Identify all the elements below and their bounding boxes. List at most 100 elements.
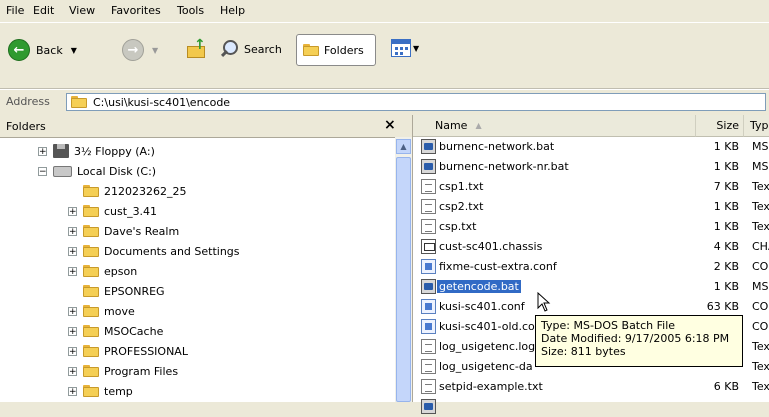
tree-item-folder[interactable]: + temp: [68, 381, 133, 401]
column-header-size[interactable]: Size: [695, 115, 743, 137]
tree-item-label: EPSONREG: [104, 284, 165, 298]
file-size: 1 KB: [713, 200, 739, 213]
text-file-icon: [421, 379, 436, 394]
file-size: 6 KB: [713, 380, 739, 393]
menu-view[interactable]: View: [69, 4, 95, 17]
file-size: 1 KB: [713, 280, 739, 293]
tree-item-folder[interactable]: EPSONREG: [68, 281, 165, 301]
file-name: csp.txt: [439, 220, 477, 233]
back-button[interactable]: ← Back ▼: [8, 39, 77, 61]
file-row[interactable]: burnenc-network.bat 1 KB MS-: [413, 137, 769, 157]
tree-item-folder[interactable]: + MSOCache: [68, 321, 163, 341]
back-dropdown-icon[interactable]: ▼: [71, 46, 77, 55]
folders-scrollbar[interactable]: ▲: [395, 137, 412, 402]
tree-item-label: temp: [104, 384, 133, 398]
folder-icon: [83, 365, 99, 377]
column-size-label: Size: [716, 119, 739, 132]
forward-button[interactable]: → ▼: [122, 39, 158, 61]
back-arrow-icon: ←: [8, 39, 30, 61]
tree-item-folder[interactable]: + Dave's Realm: [68, 221, 179, 241]
file-name: kusi-sc401-old.co: [439, 320, 535, 333]
file-row-selected[interactable]: getencode.bat 1 KB MS-: [413, 277, 769, 297]
file-row[interactable]: csp.txt 1 KB Tex: [413, 217, 769, 237]
text-file-icon: [421, 359, 436, 374]
file-row[interactable]: cust-sc401.chassis 4 KB CHA: [413, 237, 769, 257]
file-name: log_usigetenc-da: [439, 360, 533, 373]
folder-icon: [83, 305, 99, 317]
column-header-name[interactable]: Name ▲: [413, 115, 695, 137]
menu-tools[interactable]: Tools: [177, 4, 204, 17]
toolbar: ← Back ▼ → ▼ ↑ Search Folders ▼: [0, 24, 769, 89]
file-type: CON: [752, 300, 769, 313]
expand-icon[interactable]: +: [68, 206, 77, 216]
views-dropdown-icon[interactable]: ▼: [413, 44, 419, 53]
file-size: 4 KB: [713, 240, 739, 253]
file-name: burnenc-network-nr.bat: [439, 160, 569, 173]
file-type: MS-: [752, 160, 769, 173]
batch-file-icon: [421, 159, 436, 174]
expand-icon[interactable]: +: [68, 366, 77, 376]
scroll-thumb[interactable]: [396, 157, 411, 402]
file-row[interactable]: csp1.txt 7 KB Tex: [413, 177, 769, 197]
expand-icon[interactable]: +: [68, 246, 77, 256]
expand-icon[interactable]: +: [68, 346, 77, 356]
expand-icon[interactable]: +: [68, 266, 77, 276]
menu-bar: File Edit View Favorites Tools Help: [0, 0, 769, 23]
file-type: Tex: [752, 220, 769, 233]
tree-item-label: Local Disk (C:): [77, 164, 157, 178]
tooltip-type: Type: MS-DOS Batch File: [541, 319, 676, 332]
file-type: Tex: [752, 360, 769, 373]
file-type: Tex: [752, 380, 769, 393]
file-row[interactable]: kusi-sc401.conf 63 KB CON: [413, 297, 769, 317]
tree-item-label: cust_3.41: [104, 204, 158, 218]
column-header-type[interactable]: Typ: [743, 115, 769, 137]
expand-icon[interactable]: +: [68, 226, 77, 236]
file-size: 7 KB: [713, 180, 739, 193]
tree-item-folder[interactable]: + Documents and Settings: [68, 241, 240, 261]
file-row[interactable]: fixme-cust-extra.conf 2 KB CON: [413, 257, 769, 277]
tree-item-folder[interactable]: + epson: [68, 261, 137, 281]
column-type-label: Typ: [750, 119, 769, 132]
expand-icon[interactable]: +: [68, 326, 77, 336]
expand-icon[interactable]: +: [68, 306, 77, 316]
forward-dropdown-icon[interactable]: ▼: [152, 46, 158, 55]
tree-item-floppy[interactable]: + 3½ Floppy (A:): [38, 141, 155, 161]
tree-item-folder[interactable]: + cust_3.41: [68, 201, 157, 221]
tree-item-folder[interactable]: + move: [68, 301, 135, 321]
menu-favorites[interactable]: Favorites: [111, 4, 161, 17]
views-button[interactable]: ▼: [391, 39, 419, 57]
up-folder-button[interactable]: ↑: [186, 38, 208, 60]
close-pane-icon[interactable]: ×: [384, 117, 396, 133]
tree-item-label: 212023262_25: [104, 184, 187, 198]
tooltip-modified: Date Modified: 9/17/2005 6:18 PM: [541, 332, 730, 345]
address-folder-icon: [71, 96, 87, 108]
folders-label: Folders: [324, 43, 364, 57]
file-size: 1 KB: [713, 140, 739, 153]
file-row[interactable]: csp2.txt 1 KB Tex: [413, 197, 769, 217]
file-name: burnenc-network.bat: [439, 140, 555, 153]
tree-item-folder[interactable]: + Program Files: [68, 361, 178, 381]
address-path: C:\usi\kusi-sc401\encode: [93, 96, 231, 109]
menu-help[interactable]: Help: [220, 4, 245, 17]
scroll-up-icon[interactable]: ▲: [396, 139, 411, 154]
address-input[interactable]: C:\usi\kusi-sc401\encode: [66, 93, 766, 111]
collapse-icon[interactable]: −: [38, 166, 47, 176]
folder-icon: [83, 325, 99, 337]
tree-item-label: epson: [104, 264, 138, 278]
file-row[interactable]: setpid-example.txt 6 KB Tex: [413, 377, 769, 397]
file-row[interactable]: burnenc-network-nr.bat 1 KB MS-: [413, 157, 769, 177]
file-name: log_usigetenc.log: [439, 340, 536, 353]
file-row[interactable]: [413, 397, 769, 417]
menu-file[interactable]: File: [6, 4, 24, 17]
expand-icon[interactable]: +: [68, 386, 77, 396]
expand-icon[interactable]: +: [38, 146, 47, 156]
tree-item-local-disk[interactable]: − Local Disk (C:): [38, 161, 156, 181]
sort-ascending-icon: ▲: [475, 121, 482, 130]
tree-item-folder[interactable]: + PROFESSIONAL: [68, 341, 188, 361]
folder-icon: [83, 205, 99, 217]
search-button[interactable]: Search: [219, 39, 282, 59]
tree-item-folder[interactable]: 212023262_25: [68, 181, 186, 201]
menu-edit[interactable]: Edit: [33, 4, 54, 17]
folders-button[interactable]: Folders: [296, 34, 376, 66]
tree-item-label: PROFESSIONAL: [104, 344, 188, 358]
